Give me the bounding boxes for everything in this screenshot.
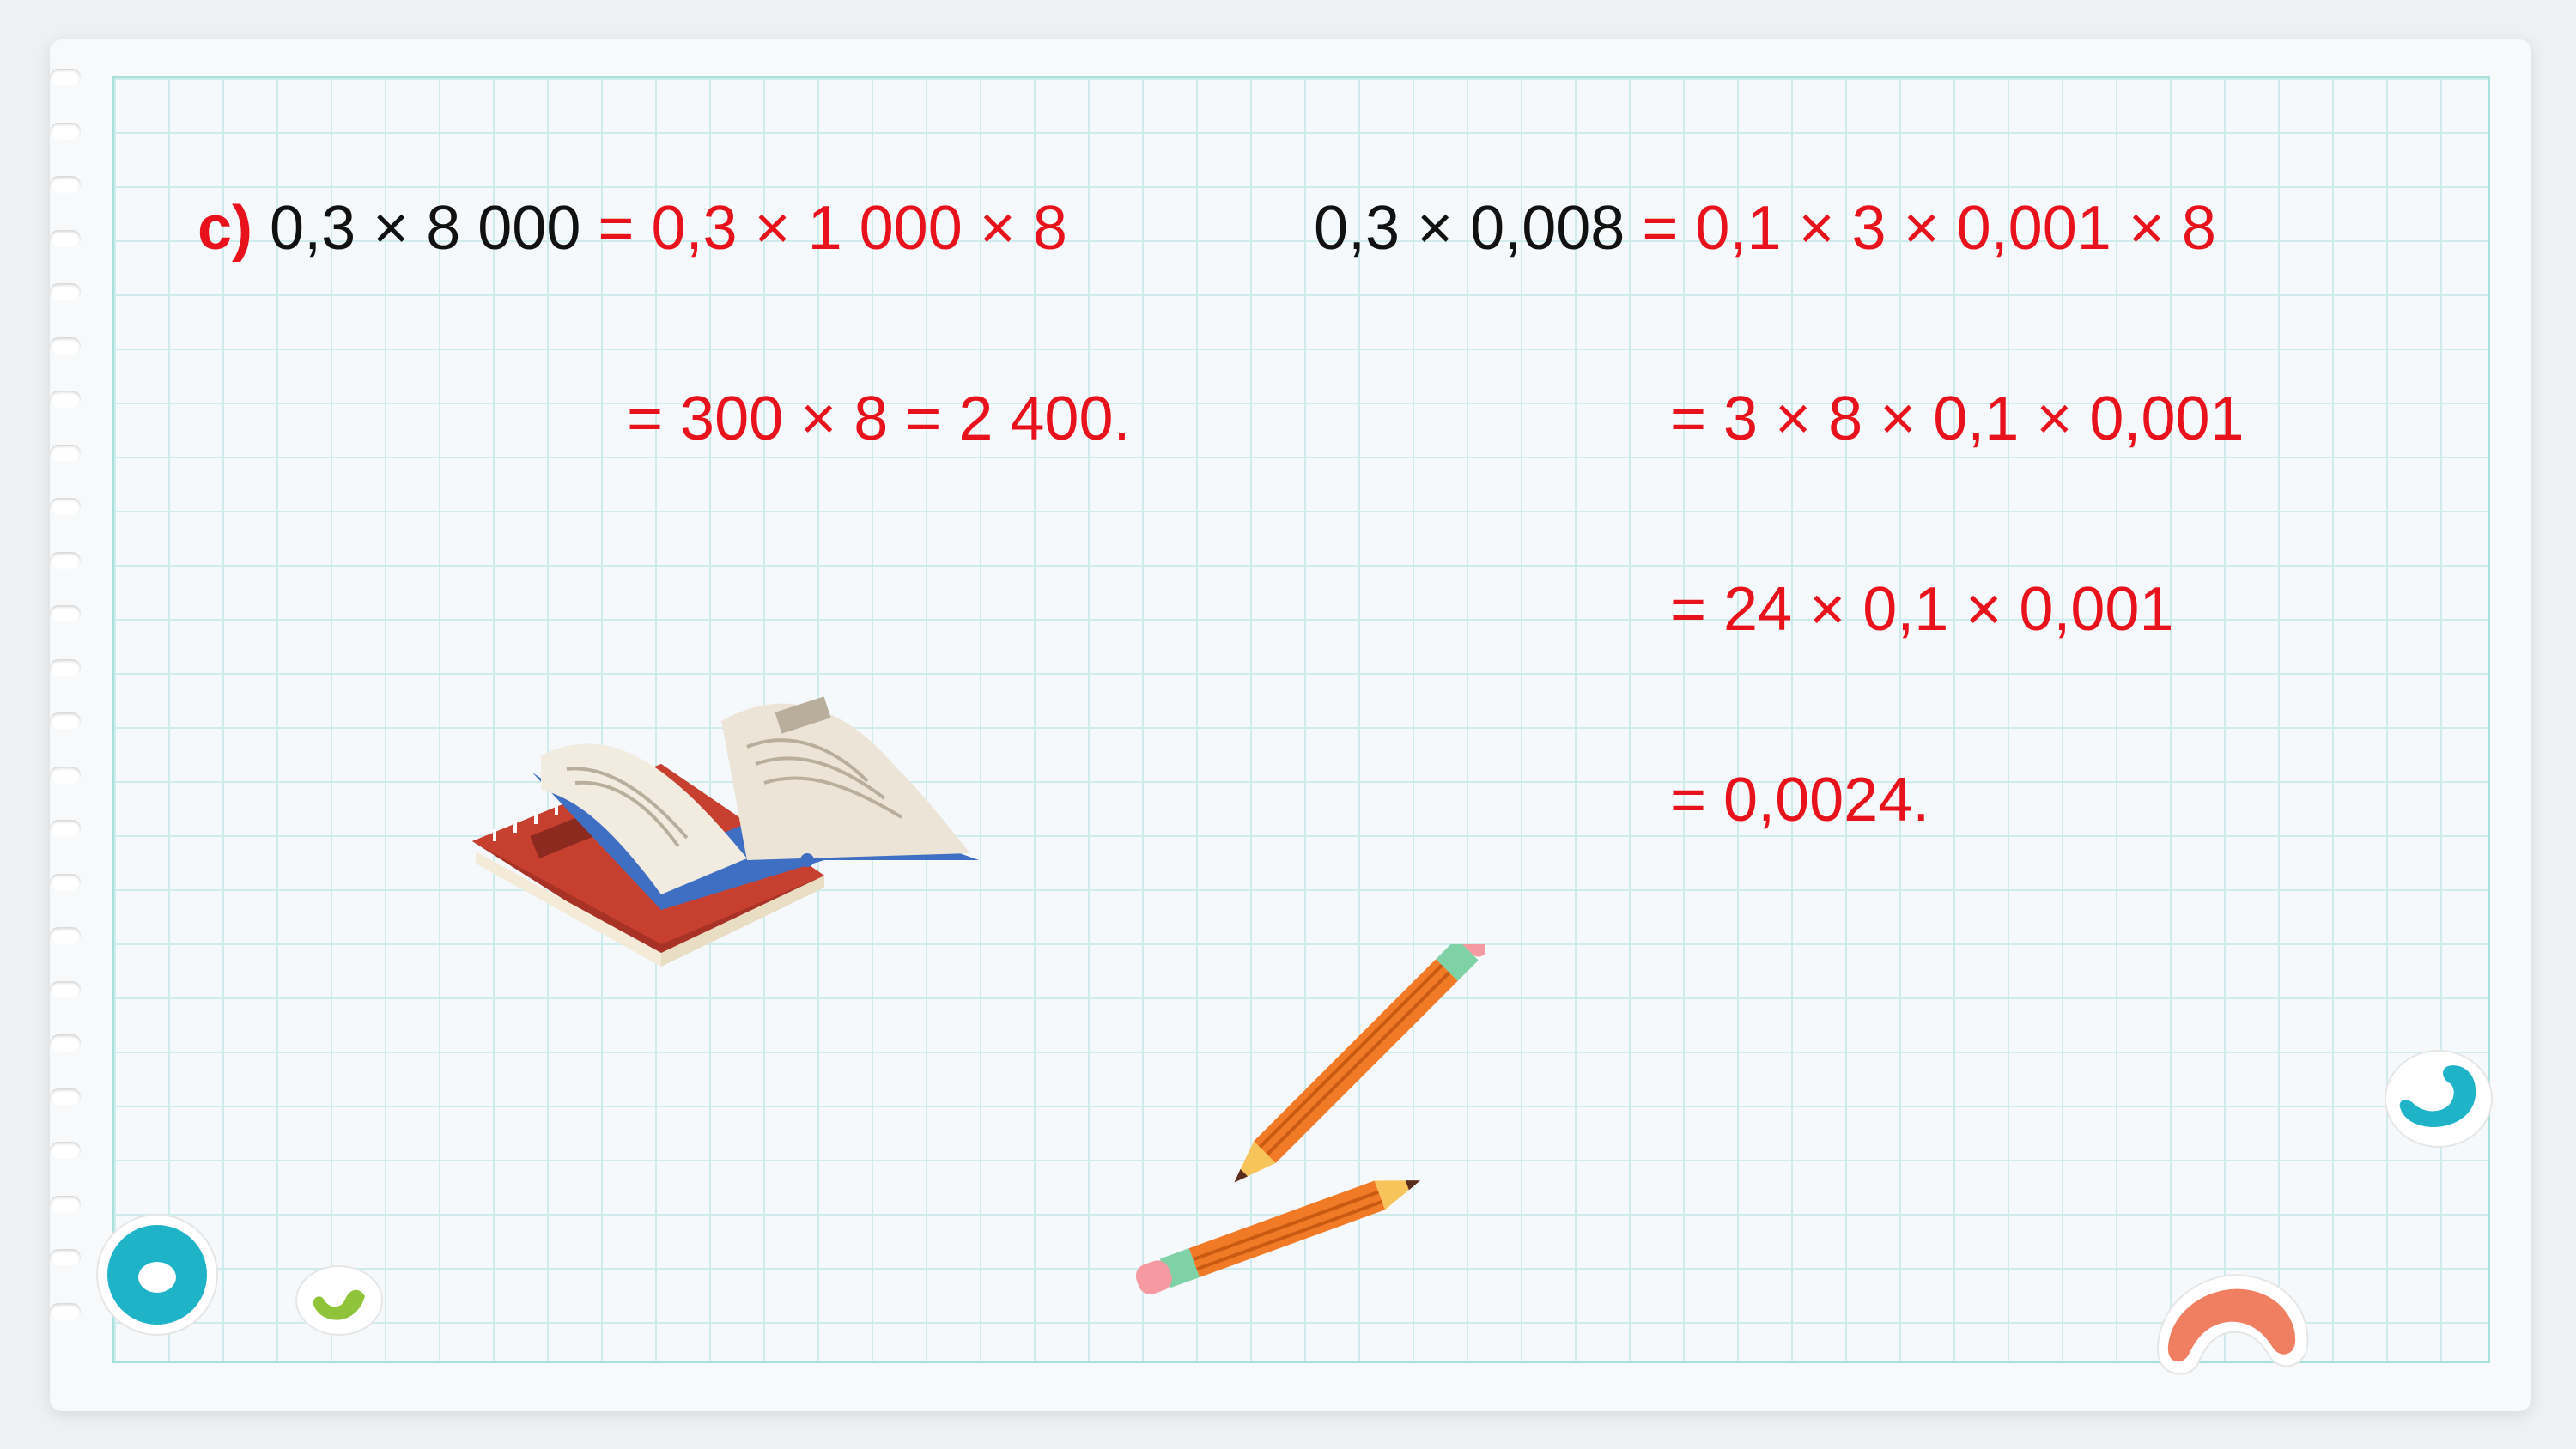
expression-c-line-1: c) 0,3 × 8 000 = 0,3 × 1 000 × 8: [197, 197, 1067, 259]
hook-sticker-icon: [2385, 1050, 2493, 1148]
problem-label: c): [197, 194, 253, 263]
expression-step-1: = 0,3 × 1 000 × 8: [598, 194, 1067, 263]
ring-hole: [50, 1142, 81, 1159]
expression-right-lhs: 0,3 × 0,008: [1314, 194, 1625, 263]
expression-lhs: 0,3 × 8 000: [270, 194, 581, 263]
expression-right-line-1: 0,3 × 0,008 = 0,1 × 3 × 0,001 × 8: [1314, 197, 2216, 259]
ring-hole: [50, 444, 81, 462]
expression-c-line-2: = 300 × 8 = 2 400.: [627, 385, 1131, 453]
bean-sticker-icon: [295, 1265, 383, 1336]
ring-hole: [50, 69, 81, 86]
ring-hole: [50, 658, 81, 676]
expression-right-line-2: = 3 × 8 × 0,1 × 0,001: [1670, 385, 2245, 453]
ring-hole: [50, 820, 81, 837]
ring-hole: [50, 927, 81, 944]
ring-hole: [50, 1034, 81, 1052]
ring-hole: [50, 122, 81, 140]
ring-hole: [50, 229, 81, 247]
ring-hole: [50, 1195, 81, 1213]
ring-hole: [50, 176, 81, 193]
ring-sticker-icon: [96, 1214, 218, 1336]
ring-hole: [50, 1088, 81, 1106]
ring-hole: [50, 1249, 81, 1266]
ring-hole: [50, 391, 81, 408]
ring-hole: [50, 551, 81, 569]
ring-hole: [50, 873, 81, 891]
expression-right-line-4: = 0,0024.: [1670, 766, 1930, 834]
ring-hole: [50, 766, 81, 784]
expression-right-line-3: = 24 × 0,1 × 0,001: [1670, 575, 2174, 644]
arch-sticker-icon: [2156, 1274, 2309, 1375]
open-book-icon: [472, 696, 979, 967]
ring-hole: [50, 712, 81, 730]
ring-hole: [50, 605, 81, 622]
ring-hole: [50, 498, 81, 515]
ring-hole: [50, 283, 81, 300]
expression-right-step-1: = 0,1 × 3 × 0,001 × 8: [1642, 194, 2216, 263]
ring-hole: [50, 1302, 81, 1320]
ring-hole: [50, 336, 81, 355]
pencil-icon-second: [1135, 1180, 1420, 1294]
ring-hole: [50, 980, 81, 998]
